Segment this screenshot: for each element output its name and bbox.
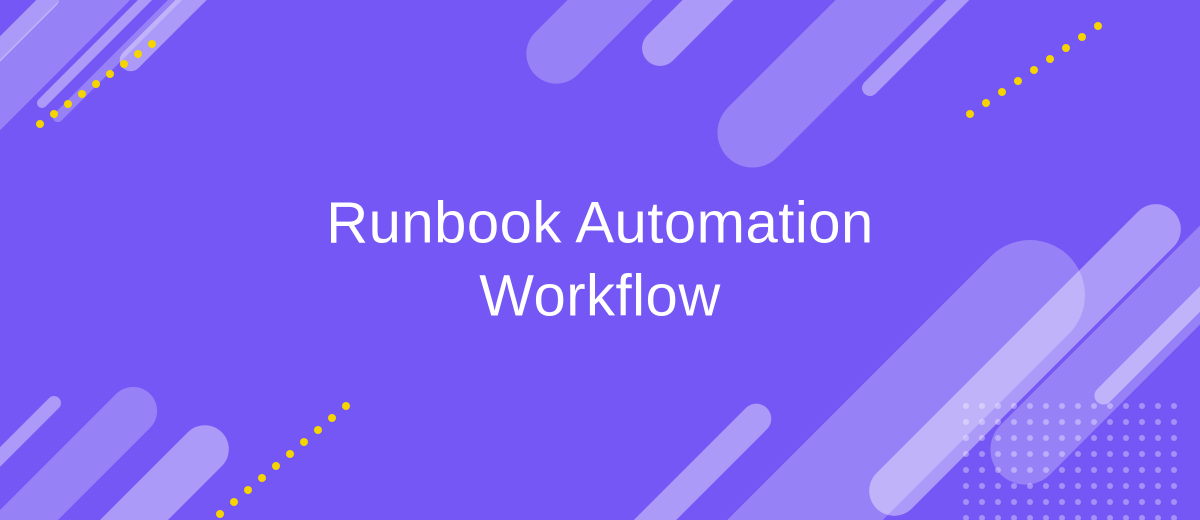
dot-grid-icon bbox=[960, 400, 1200, 520]
banner-title: Runbook Automation Workflow bbox=[326, 188, 873, 333]
dotted-line-icon bbox=[30, 40, 210, 140]
dotted-line-icon bbox=[960, 20, 1180, 130]
dotted-line-icon bbox=[210, 400, 410, 520]
hero-banner: Runbook Automation Workflow bbox=[0, 0, 1200, 520]
